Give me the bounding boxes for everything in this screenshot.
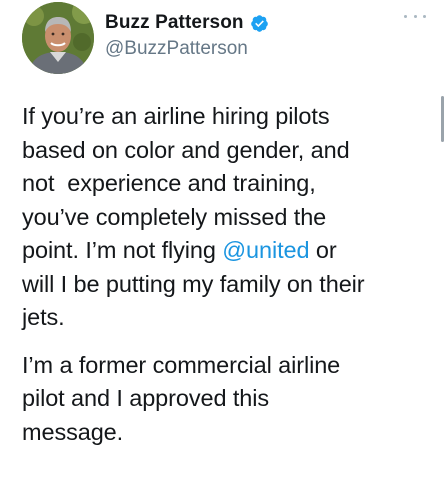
more-dots-icon[interactable]: [404, 10, 426, 22]
tweet-line: based on color and gender, and: [22, 136, 350, 163]
author-name-row: Buzz Patterson: [105, 12, 269, 34]
tweet-line: jets.: [22, 304, 65, 330]
tweet-card: Buzz Patterson @BuzzPatterson If you’re …: [0, 0, 448, 500]
tweet-line: point. I’m not flying: [22, 237, 223, 263]
tweet-line: will I be putting my family on their: [22, 270, 365, 297]
tweet-line: not experience and training,: [22, 170, 316, 196]
tweet-line: or: [309, 237, 337, 263]
person-portrait-avatar-icon: [22, 2, 94, 74]
scrollbar[interactable]: [441, 96, 444, 142]
tweet-line: If you’re an airline hiring pilots: [22, 103, 330, 129]
tweet-line: pilot and I approved this: [22, 385, 270, 411]
display-name[interactable]: Buzz Patterson: [105, 12, 244, 34]
tweet-paragraph-2: I’m a former commercial airline pilot an…: [22, 349, 437, 450]
mention-link[interactable]: @united: [222, 237, 309, 263]
tweet-paragraph-1: If you’re an airline hiring pilots based…: [22, 100, 437, 335]
author-handle[interactable]: @BuzzPatterson: [105, 38, 248, 60]
tweet-text: If you’re an airline hiring pilots based…: [22, 100, 437, 449]
tweet-line: message.: [22, 418, 124, 445]
verified-badge-icon: [250, 14, 269, 33]
tweet-line: you’ve completely missed the: [22, 203, 327, 230]
tweet-line: I’m a former commercial airline: [22, 351, 341, 378]
avatar[interactable]: [22, 2, 94, 74]
